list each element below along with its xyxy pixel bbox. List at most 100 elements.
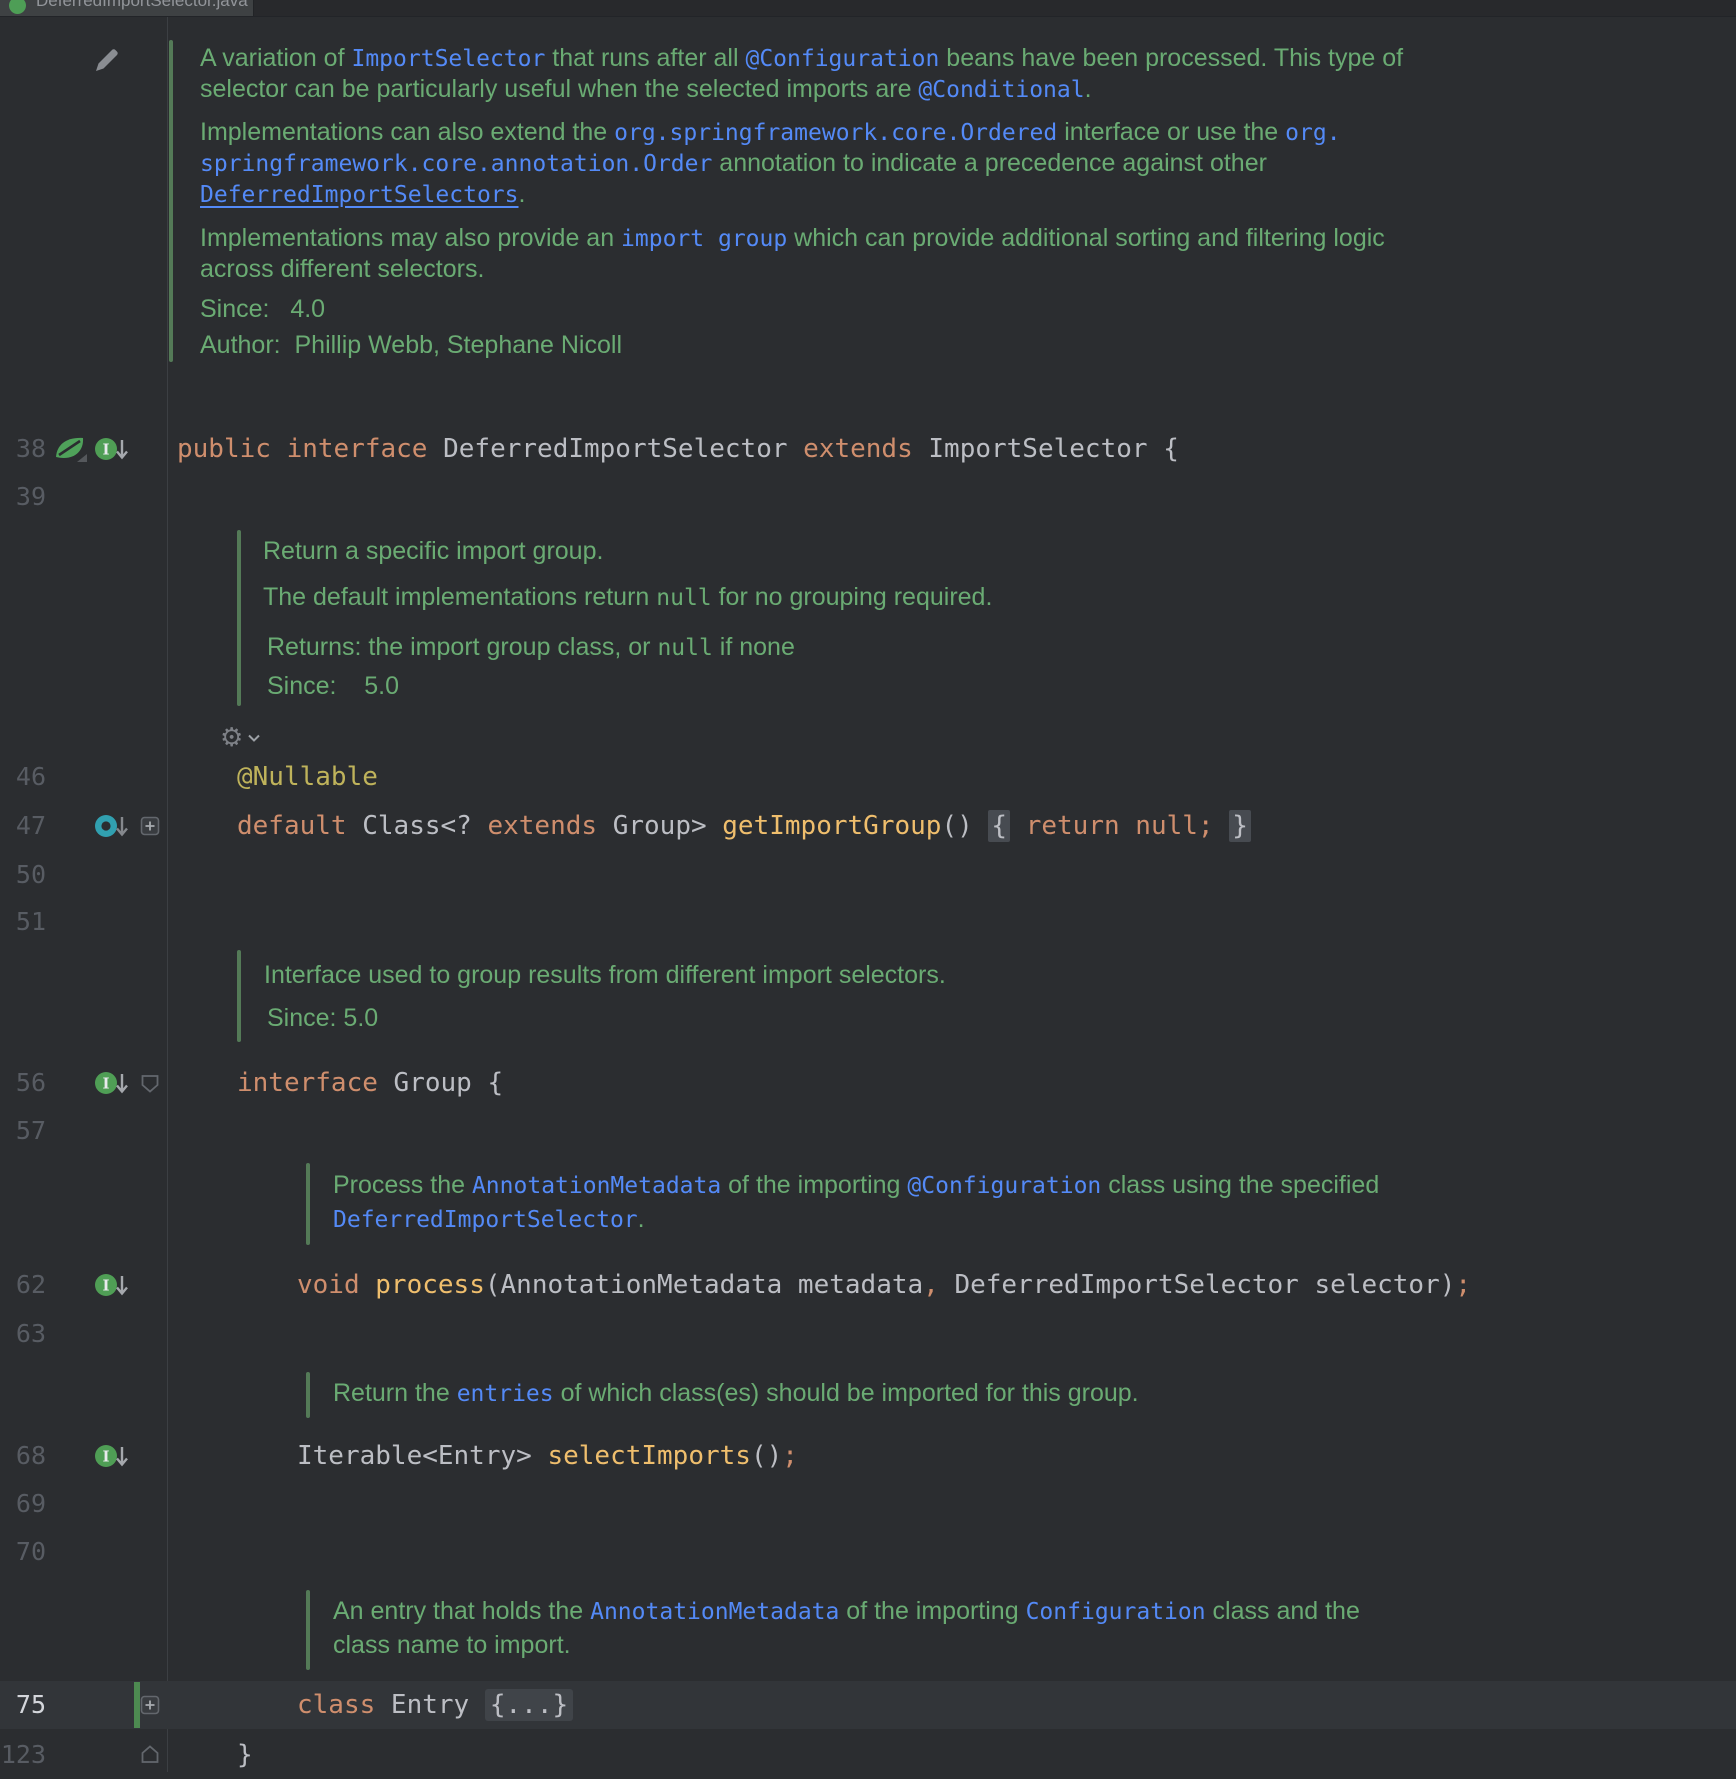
selectimports-javadoc-bar: [306, 1372, 310, 1418]
doc-segment: .: [519, 180, 526, 208]
line-number-69[interactable]: 69: [0, 1480, 46, 1528]
implemented-marker-icon[interactable]: I: [94, 1271, 130, 1299]
tab-deferred-import-selector[interactable]: DeferredImportSelector.java: [0, 0, 254, 16]
doc-segment: Implementations can also extend the: [200, 118, 614, 146]
editor-line-69: 69: [0, 1480, 1736, 1528]
code-line-46[interactable]: @Nullable: [237, 753, 378, 801]
line-number-68[interactable]: 68: [0, 1432, 46, 1480]
editor-line-62: 62 Ivoid process(AnnotationMetadata metad…: [0, 1261, 1736, 1309]
doc-segment: Since: 5.0: [267, 672, 399, 700]
getimportgroup-javadoc-bar: [237, 530, 241, 706]
code-segment: (): [941, 811, 988, 841]
editor-line-50: 50: [0, 851, 1736, 899]
doc-segment: .: [638, 1205, 645, 1233]
code-line-56[interactable]: interface Group {: [237, 1059, 503, 1107]
line-number-46[interactable]: 46: [0, 753, 46, 801]
code-segment: @Nullable: [237, 762, 378, 792]
implemented-marker-icon[interactable]: I: [94, 1069, 130, 1097]
code-segment: default: [237, 811, 347, 841]
code-segment: }: [237, 1740, 253, 1770]
line-number-47[interactable]: 47: [0, 802, 46, 850]
line-number-56[interactable]: 56: [0, 1059, 46, 1107]
class-javadoc-line: A variation of ImportSelector that runs …: [200, 43, 1403, 73]
edit-comment-pencil-icon[interactable]: [92, 45, 122, 75]
code-segment: Class<?: [347, 811, 488, 841]
class-javadoc-line: selector can be particularly useful when…: [200, 74, 1092, 104]
doc-segment: class and the: [1206, 1597, 1360, 1625]
line-number-62[interactable]: 62: [0, 1261, 46, 1309]
fold-plus-icon[interactable]: [140, 816, 162, 836]
code-segment: [1120, 811, 1136, 841]
fold-plus-icon[interactable]: [140, 1695, 162, 1715]
line-number-63[interactable]: 63: [0, 1310, 46, 1358]
getimportgroup-javadoc-line: Returns: the import group class, or null…: [267, 632, 795, 662]
editor-line-63: 63: [0, 1310, 1736, 1358]
code-segment: }: [1229, 810, 1251, 842]
code-segment: ImportSelector {: [913, 434, 1179, 464]
process-javadoc-line: DeferredImportSelector.: [333, 1204, 645, 1234]
doc-segment: @Configuration: [907, 1173, 1101, 1199]
code-segment: DeferredImportSelector selector): [939, 1270, 1456, 1300]
doc-segment: DeferredImportSelectors: [200, 182, 519, 208]
implemented-marker-icon[interactable]: I: [94, 1442, 130, 1470]
code-segment: class: [297, 1690, 375, 1720]
chevron-down-icon: [247, 734, 261, 743]
doc-segment: class name to import.: [333, 1631, 571, 1659]
line-number-39[interactable]: 39: [0, 473, 46, 521]
doc-segment: A variation of: [200, 44, 351, 72]
group-javadoc-line: Interface used to group results from dif…: [264, 960, 946, 990]
selectimports-javadoc-line: Return the entries of which class(es) sh…: [333, 1378, 1139, 1408]
tab-filename: DeferredImportSelector.java: [36, 0, 248, 11]
code-segment: [360, 1270, 376, 1300]
doc-segment: AnnotationMetadata: [590, 1599, 839, 1625]
line-number-57[interactable]: 57: [0, 1107, 46, 1155]
doc-segment: null: [657, 635, 712, 661]
implemented-marker-icon[interactable]: I: [94, 435, 130, 463]
code-segment: (): [751, 1441, 782, 1471]
code-segment: Group {: [378, 1068, 503, 1098]
code-segment: getImportGroup: [722, 811, 941, 841]
doc-segment: across different selectors.: [200, 255, 484, 283]
editor-line-56: 56 Iinterface Group {: [0, 1059, 1736, 1107]
fold-start-icon[interactable]: [140, 1072, 162, 1094]
code-segment: {: [988, 810, 1010, 842]
doc-segment: AnnotationMetadata: [472, 1173, 721, 1199]
group-javadoc-bar: [237, 950, 241, 1042]
doc-segment: Implementations may also provide an: [200, 224, 621, 252]
doc-segment: org.: [1285, 120, 1340, 146]
line-number-38[interactable]: 38: [0, 425, 46, 473]
code-segment: ;: [782, 1441, 798, 1471]
doc-segment: springframework.core.annotation.Order: [200, 151, 712, 177]
overridden-marker-icon[interactable]: [94, 812, 130, 840]
doc-segment: Return the: [333, 1379, 457, 1407]
editor-line-57: 57: [0, 1107, 1736, 1155]
line-number-50[interactable]: 50: [0, 851, 46, 899]
code-segment: ,: [923, 1270, 939, 1300]
doc-segment: import group: [621, 226, 787, 252]
doc-segment: Configuration: [1026, 1599, 1206, 1625]
entry-javadoc-line: class name to import.: [333, 1630, 571, 1660]
line-number-70[interactable]: 70: [0, 1528, 46, 1576]
code-line-68[interactable]: Iterable<Entry> selectImports();: [297, 1432, 798, 1480]
line-number-51[interactable]: 51: [0, 898, 46, 946]
code-segment: {...}: [485, 1689, 573, 1721]
doc-segment: of which class(es) should be imported fo…: [554, 1379, 1139, 1407]
spring-bean-icon[interactable]: [53, 434, 87, 464]
line-number-75[interactable]: 75: [0, 1681, 46, 1729]
code-line-38[interactable]: public interface DeferredImportSelector …: [177, 425, 1179, 473]
class-javadoc-line: across different selectors.: [200, 254, 484, 284]
doc-segment: if none: [713, 633, 795, 661]
code-line-75[interactable]: class Entry {...}: [297, 1681, 573, 1729]
fold-end-icon[interactable]: [140, 1744, 162, 1766]
code-line-62[interactable]: void process(AnnotationMetadata metadata…: [297, 1261, 1471, 1309]
inlay-settings-widget[interactable]: ⚙: [220, 723, 261, 753]
doc-segment: An entry that holds the: [333, 1597, 590, 1625]
doc-segment: of the importing: [839, 1597, 1025, 1625]
code-line-47[interactable]: default Class<? extends Group> getImport…: [237, 802, 1251, 850]
code-editor: ⚙ A variation of ImportSelector that run…: [0, 17, 1736, 1772]
doc-segment: Interface used to group results from dif…: [264, 961, 946, 989]
editor-tab-bar: DeferredImportSelector.java: [0, 0, 1736, 17]
doc-segment: org.springframework.core.Ordered: [614, 120, 1057, 146]
getimportgroup-javadoc-line: The default implementations return null …: [263, 582, 992, 612]
editor-line-68: 68 I Iterable<Entry> selectImports();: [0, 1432, 1736, 1480]
